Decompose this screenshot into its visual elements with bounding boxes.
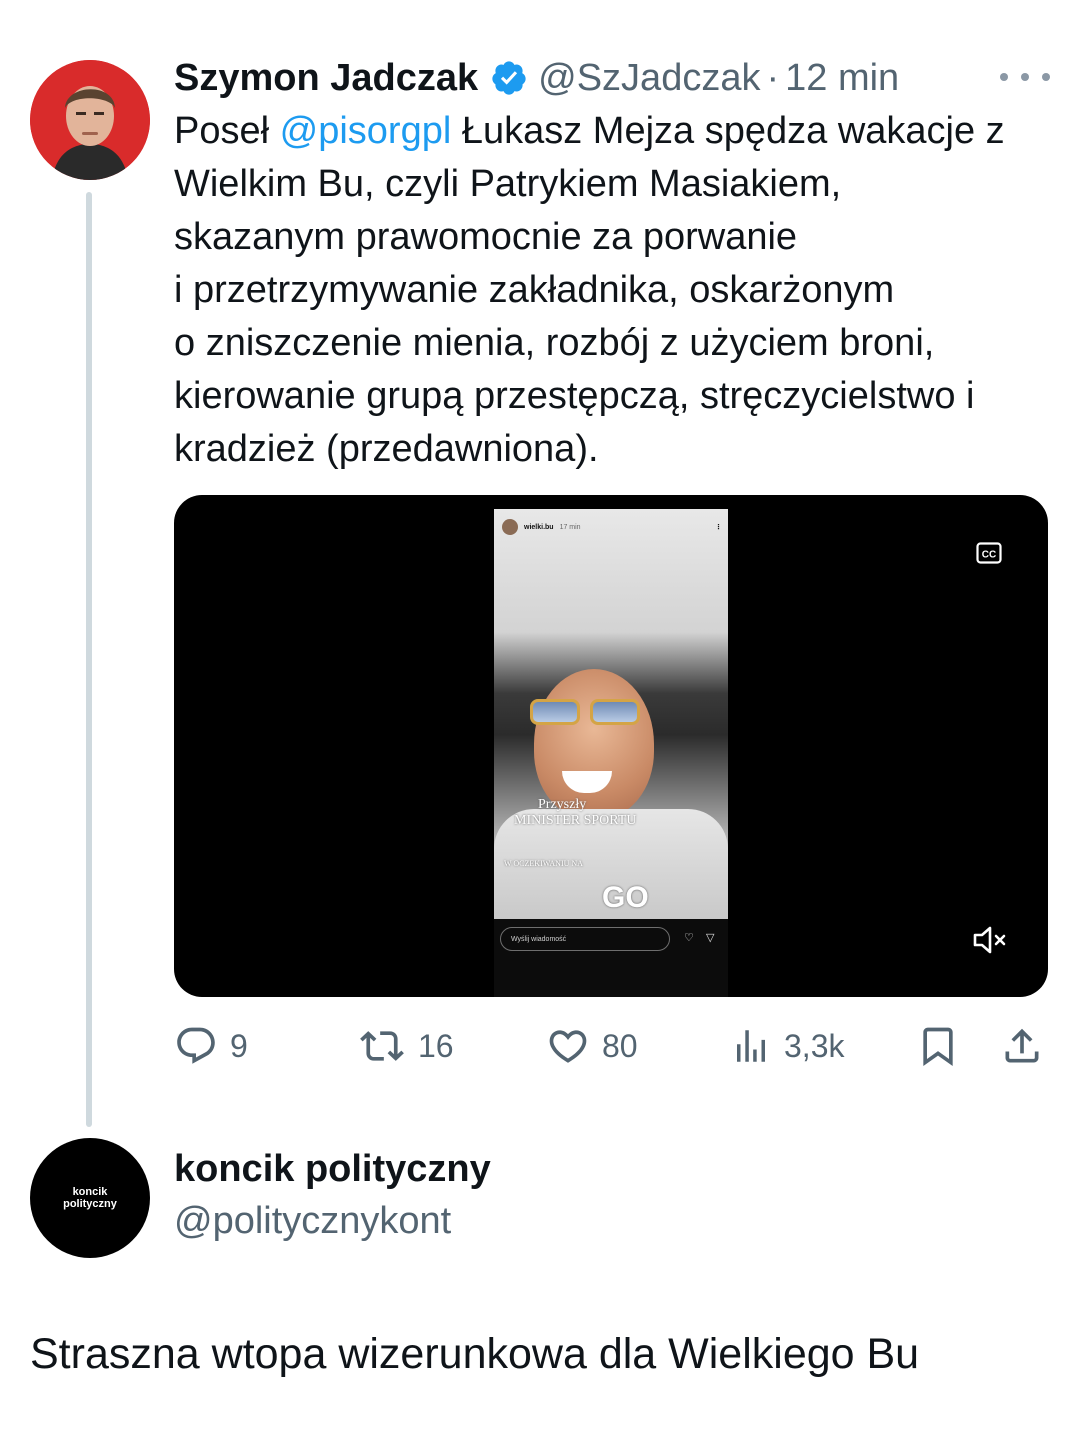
story-caption-go: GO bbox=[602, 881, 649, 914]
views-button[interactable]: 3,3k bbox=[730, 1018, 844, 1074]
verified-badge-icon bbox=[490, 59, 528, 97]
lens-left bbox=[530, 699, 580, 725]
like-count: 80 bbox=[602, 1027, 638, 1064]
tweet-text-rest: Wielkim Bu, czyli Patrykiem Masiakiem, s… bbox=[174, 163, 975, 470]
story-caption-3: W OCZEKIWANIU NA bbox=[504, 859, 583, 868]
author-name[interactable]: Szymon Jadczak bbox=[174, 57, 478, 100]
avatar-text-line2: polityczny bbox=[63, 1198, 117, 1210]
story-reply-field: Wyślij wiadomość bbox=[500, 927, 670, 951]
avatar-text-line1: koncik bbox=[72, 1186, 108, 1198]
tweet-text: Poseł @pisorgpl Łukasz Mejza spędza waka… bbox=[174, 105, 1064, 476]
closed-captions-icon[interactable]: CC bbox=[976, 541, 1002, 565]
views-chart-icon bbox=[737, 1030, 765, 1062]
story-screenshot: wielki.bu 17 min ⋮ Przyszły MINISTER SPO… bbox=[494, 509, 728, 997]
story-avatar bbox=[502, 519, 518, 535]
more-dot bbox=[1042, 73, 1050, 81]
reply-count: 9 bbox=[230, 1027, 248, 1064]
reply-text: Straszna wtopa wizerunkowa dla Wielkiego… bbox=[30, 1330, 920, 1378]
thread-connector-line bbox=[86, 192, 92, 1127]
heart-icon bbox=[549, 1030, 587, 1063]
separator-dot: · bbox=[766, 56, 780, 99]
svg-text:CC: CC bbox=[982, 550, 996, 561]
reply-icon bbox=[177, 1027, 215, 1064]
speaker-muted-icon[interactable] bbox=[972, 923, 1010, 957]
story-more-icon: ⋮ bbox=[715, 524, 722, 531]
share-button[interactable] bbox=[1000, 1018, 1044, 1074]
story-frame: wielki.bu 17 min ⋮ Przyszły MINISTER SPO… bbox=[494, 509, 728, 919]
story-caption-1: Przyszły bbox=[538, 797, 587, 812]
lens-right bbox=[590, 699, 640, 725]
views-count: 3,3k bbox=[784, 1027, 845, 1064]
retweet-icon bbox=[360, 1031, 404, 1061]
tweet-actions: 9 16 80 3,3k bbox=[174, 1018, 1054, 1074]
tweet-header: Szymon Jadczak @SzJadczak · 12 min bbox=[174, 52, 899, 104]
bookmark-button[interactable] bbox=[916, 1018, 960, 1074]
sunglasses bbox=[530, 699, 640, 727]
author-avatar[interactable] bbox=[30, 60, 150, 180]
author-handle[interactable]: @SzJadczak bbox=[538, 57, 760, 100]
mention-link[interactable]: @pisorgpl bbox=[280, 110, 452, 152]
story-time: 17 min bbox=[559, 523, 581, 531]
tweet-text-line1-rest: Łukasz Mejza spędza wakacje z bbox=[451, 110, 1005, 152]
retweet-button[interactable]: 16 bbox=[358, 1018, 454, 1074]
story-heart-icon: ♡ bbox=[684, 932, 694, 944]
story-caption-2: MINISTER SPORTU bbox=[514, 813, 637, 828]
retweet-count: 16 bbox=[418, 1027, 454, 1064]
reply-button[interactable]: 9 bbox=[174, 1018, 248, 1074]
share-icon bbox=[1005, 1028, 1039, 1063]
person-photo-icon bbox=[30, 60, 150, 180]
more-dot bbox=[1021, 73, 1029, 81]
reply-author-name[interactable]: koncik polityczny bbox=[174, 1148, 491, 1191]
more-dot bbox=[1000, 73, 1008, 81]
more-options-icon[interactable] bbox=[1000, 62, 1050, 92]
bookmark-icon bbox=[923, 1027, 953, 1067]
story-header: wielki.bu 17 min ⋮ bbox=[502, 517, 722, 537]
reply-author-handle[interactable]: @politycznykont bbox=[174, 1200, 451, 1243]
reply-author-avatar[interactable]: koncik polityczny bbox=[30, 1138, 150, 1258]
story-send-icon: ▽ bbox=[706, 932, 715, 944]
story-username: wielki.bu bbox=[524, 523, 554, 531]
tweet-text-start: Poseł bbox=[174, 110, 280, 152]
video-player[interactable]: wielki.bu 17 min ⋮ Przyszły MINISTER SPO… bbox=[174, 495, 1048, 997]
like-button[interactable]: 80 bbox=[546, 1018, 638, 1074]
tweet-timestamp[interactable]: 12 min bbox=[785, 57, 899, 100]
